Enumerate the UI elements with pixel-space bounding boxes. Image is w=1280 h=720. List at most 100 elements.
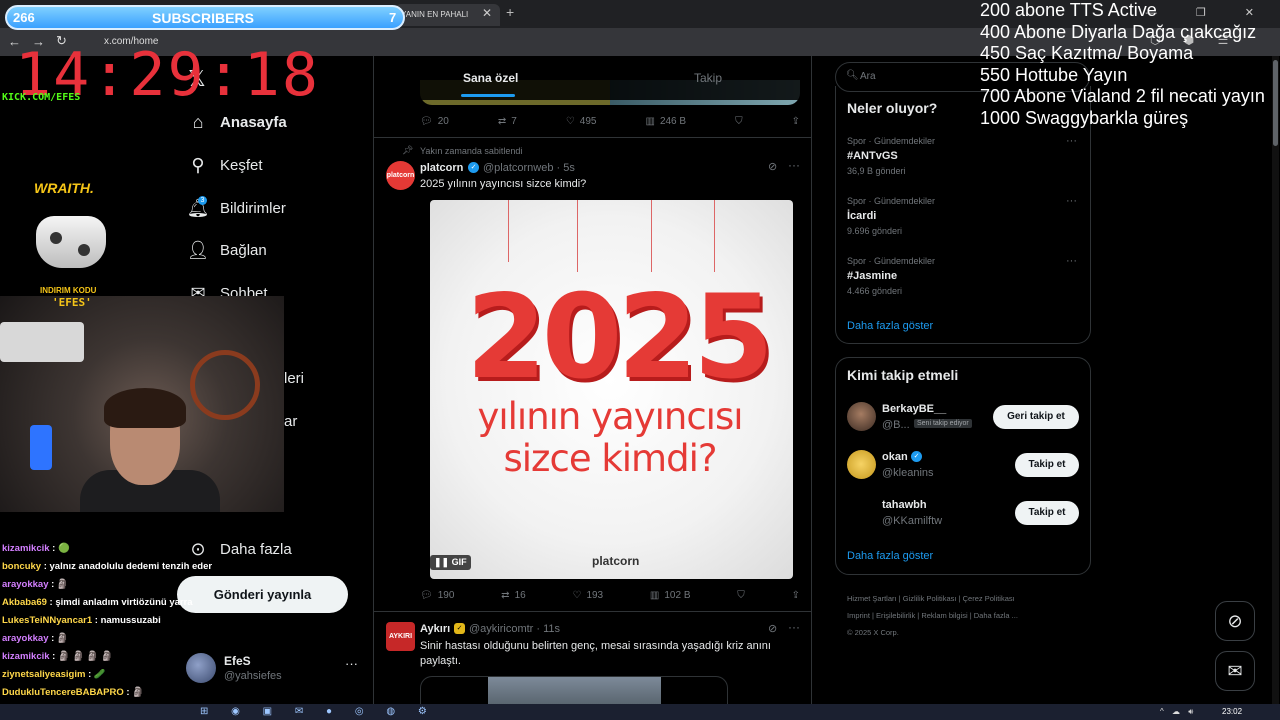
avatar[interactable] <box>847 498 876 527</box>
gamepad-icon <box>36 216 106 268</box>
suggested-user-name[interactable]: BerkayBE__ <box>882 403 946 415</box>
gif-badge[interactable]: ❚❚ GIF <box>430 555 471 570</box>
media-caption-line1: yılının yayıncısı <box>477 395 743 438</box>
scrollbar[interactable] <box>1272 56 1279 704</box>
follow-back-button[interactable]: Geri takip et <box>993 405 1079 429</box>
chat-username[interactable]: ziynetsaliyeasigim <box>2 669 85 680</box>
system-tray-icons[interactable]: ^ ☁ 🔊︎ <box>1160 704 1196 720</box>
grok-fab-button[interactable]: ⊘ <box>1215 601 1255 641</box>
messages-fab-button[interactable]: ✉ <box>1215 651 1255 691</box>
more-options-icon[interactable]: ··· <box>788 158 800 172</box>
tts-goal-line: 700 Abone Vialand 2 fil necati yayın <box>980 86 1265 106</box>
avatar[interactable] <box>847 402 876 431</box>
like-button[interactable]: ♡ 193 <box>572 590 603 601</box>
share-button[interactable]: ⇪ <box>792 116 800 127</box>
share-button[interactable]: ⇪ <box>792 590 800 601</box>
bookmark-button[interactable]: ⛉ <box>735 116 743 127</box>
chat-message: kizamikcik : 🟢 <box>2 540 212 558</box>
chat-text: : şimdi anladım virtiözünü yarra <box>46 597 193 608</box>
tab-following[interactable]: Takip <box>694 71 722 85</box>
nav-item-partial[interactable]: leri <box>284 370 304 387</box>
bookmark-button[interactable]: ⛉ <box>737 590 745 601</box>
search-placeholder: Ara <box>860 71 876 82</box>
views-icon: ▥ <box>645 116 655 127</box>
reply-button[interactable]: 💬︎ 20 <box>420 116 449 127</box>
trend-item[interactable]: #ANTvGS <box>847 150 898 162</box>
repost-count: 7 <box>511 116 517 127</box>
view-count: 246 B <box>659 116 687 127</box>
views-button[interactable]: ▥ 102 B <box>650 590 691 601</box>
tts-goal-line: 550 Hottube Yayın <box>980 64 1128 85</box>
trend-item[interactable]: #Jasmine <box>847 270 897 282</box>
reply-count: 20 <box>437 116 449 127</box>
more-options-icon[interactable]: ··· <box>1066 135 1077 147</box>
suggested-user-name[interactable]: okan <box>882 451 908 463</box>
chat-username[interactable]: Akbaba69 <box>2 597 47 608</box>
tab-close-icon[interactable]: ✕ <box>482 6 492 20</box>
post-text: 2025 yılının yayıncısı sizce kimdi? <box>420 178 587 190</box>
taskbar-app-icons[interactable]: ⊞ ◉ ▣ ✉ ● ◎ ◍ ⚙ <box>200 704 437 720</box>
more-options-icon[interactable]: ··· <box>788 620 800 634</box>
new-tab-icon[interactable]: + <box>506 4 514 20</box>
nav-item-partial[interactable]: ar <box>284 413 297 430</box>
tts-goals-overlay: 200 abone TTS Active 400 Abone Diyarla D… <box>980 0 1265 129</box>
chat-username[interactable]: arayokkay <box>2 633 48 644</box>
nav-item-home[interactable]: ⌂ Anasayfa <box>186 112 287 133</box>
account-more-icon[interactable]: ··· <box>345 656 358 671</box>
follow-button[interactable]: Takip et <box>1015 453 1079 477</box>
reply-icon: 💬︎ <box>420 590 433 601</box>
post-author-name[interactable]: platcorn <box>420 162 463 174</box>
grok-icon[interactable]: ⊘ <box>768 622 777 635</box>
post-actions: 💬︎ 190 ⇄ 16 ♡ 193 ▥ 102 B ⛉ ⇪ <box>420 590 800 601</box>
media-logo: platcorn <box>592 554 640 568</box>
pause-icon: ❚❚ <box>434 557 452 567</box>
webcam-wall-decor <box>190 350 260 420</box>
reply-button[interactable]: 💬︎ 190 <box>420 590 454 601</box>
footer-link[interactable]: Erişilebilirlik <box>876 611 915 620</box>
trend-item[interactable]: İcardi <box>847 210 876 222</box>
chat-username[interactable]: boncuky <box>2 561 41 572</box>
like-count: 495 <box>579 116 597 127</box>
footer-link[interactable]: Imprint <box>847 611 870 620</box>
chat-username[interactable]: kizamikcik <box>2 651 50 662</box>
avatar[interactable]: platcorn <box>386 161 415 190</box>
browser-tab-title: YANIN EN PAHALI <box>401 10 469 19</box>
tab-for-you[interactable]: Sana özel <box>463 71 518 85</box>
reply-count: 190 <box>437 590 455 601</box>
nav-item-explore[interactable]: ⚲ Keşfet <box>186 155 262 176</box>
post-author-name[interactable]: Aykırı <box>420 623 450 635</box>
footer-link[interactable]: Reklam bilgisi <box>921 611 967 620</box>
show-more-trends-link[interactable]: Daha fazla göster <box>847 320 933 332</box>
avatar[interactable] <box>847 450 876 479</box>
footer-link[interactable]: Hizmet Şartları <box>847 594 897 603</box>
more-options-icon[interactable]: ··· <box>1066 255 1077 267</box>
search-icon: 🔍︎ <box>846 70 859 81</box>
repost-button[interactable]: ⇄ 16 <box>501 590 526 601</box>
footer-link[interactable]: Daha fazla ... <box>974 611 1018 620</box>
chat-username[interactable]: kizamikcik <box>2 543 50 554</box>
subscriber-label: SUBSCRIBERS <box>152 10 254 26</box>
chat-username[interactable]: arayokkay <box>2 579 48 590</box>
grok-icon[interactable]: ⊘ <box>768 160 777 173</box>
post-author-handle[interactable]: @aykiricomtr · 11s <box>469 623 560 635</box>
follow-button[interactable]: Takip et <box>1015 501 1079 525</box>
show-more-follow-link[interactable]: Daha fazla göster <box>847 550 933 562</box>
account-name[interactable]: EfeS <box>224 654 251 668</box>
avatar[interactable]: AYKIRI <box>386 622 415 651</box>
footer-link[interactable]: Gizlilik Politikası <box>903 594 957 603</box>
more-options-icon[interactable]: ··· <box>1066 195 1077 207</box>
repost-button[interactable]: ⇄ 7 <box>498 116 517 127</box>
footer-link[interactable]: Çerez Politikası <box>963 594 1015 603</box>
chat-username[interactable]: LukesTeiNNyancar1 <box>2 615 92 626</box>
tts-goal-line: 400 Abone Diyarla Dağa çıakcağız <box>980 21 1257 42</box>
promo-code: 'EFES' <box>52 296 92 309</box>
post-author-handle[interactable]: @platcornweb · 5s <box>483 162 575 174</box>
nav-item-connect[interactable]: 👤︎ Bağlan <box>186 240 267 261</box>
suggested-user-name[interactable]: tahawbh <box>882 499 927 511</box>
chat-text: : 🗿 <box>48 579 69 590</box>
views-button[interactable]: ▥ 246 B <box>645 116 686 127</box>
trend-count: 4.466 gönderi <box>847 286 903 296</box>
like-button[interactable]: ♡ 495 <box>566 116 597 127</box>
chat-username[interactable]: DudukluTencereBABAPRO <box>2 687 124 698</box>
scrollbar-thumb[interactable] <box>1273 60 1278 146</box>
